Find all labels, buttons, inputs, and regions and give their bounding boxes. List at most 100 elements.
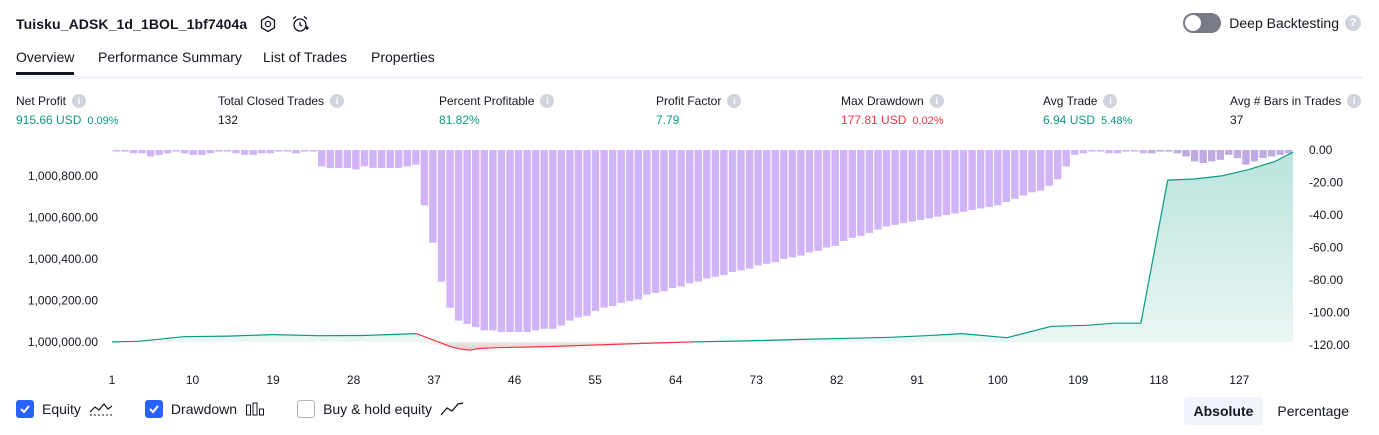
drawdown-bar — [626, 150, 634, 302]
info-icon[interactable]: i — [929, 94, 944, 108]
equity-line-segment — [183, 335, 229, 338]
tab-performance-summary[interactable]: Performance Summary — [98, 49, 242, 65]
info-icon[interactable]: i — [72, 94, 87, 108]
drawdown-bar — [531, 150, 540, 331]
drawdown-bar — [934, 150, 942, 217]
drawdown-bar — [446, 150, 454, 308]
stat-value: 6.94 USD 5.48% — [1043, 113, 1132, 127]
info-icon[interactable]: i — [1103, 94, 1118, 108]
drawdown-bar — [925, 150, 933, 219]
stat-total-closed-trades: Total Closed Trades i 132 — [218, 94, 345, 127]
x-axis-tick: 73 — [750, 373, 764, 387]
x-axis-tick: 127 — [1229, 373, 1249, 387]
x-axis-tick: 82 — [830, 373, 844, 387]
drawdown-bar — [463, 150, 471, 324]
info-icon[interactable]: i — [727, 94, 742, 108]
drawdown-bar — [1096, 150, 1105, 152]
stat-value-text: 81.82% — [439, 113, 480, 127]
drawdown-bar — [566, 150, 574, 321]
drawdown-bar — [1088, 150, 1096, 152]
equity-checkbox[interactable] — [16, 400, 34, 418]
stat-label: Total Closed Trades i — [218, 94, 345, 108]
stat-value: 7.79 — [656, 113, 741, 127]
legend-equity-label: Equity — [42, 401, 81, 417]
tab-overview[interactable]: Overview — [16, 49, 75, 75]
left-axis-tick: 1,000,200.00 — [28, 293, 98, 307]
right-axis-tick: -120.00 — [1309, 338, 1350, 352]
drawdown-bar — [386, 150, 394, 168]
drawdown-bar — [583, 150, 591, 316]
add-alert-icon[interactable] — [289, 13, 311, 35]
stat-label: Avg Trade i — [1043, 94, 1132, 108]
drawdown-bar — [395, 150, 403, 168]
legend-buy-hold-equity[interactable]: Buy & hold equity — [297, 400, 464, 418]
x-axis-tick: 64 — [669, 373, 683, 387]
equity-area — [112, 152, 1293, 351]
legend-drawdown[interactable]: Drawdown — [144, 400, 265, 418]
drawdown-bar — [985, 150, 993, 207]
drawdown-bar — [805, 150, 814, 253]
equity-line-segment — [496, 346, 524, 349]
tab-list-of-trades[interactable]: List of Trades — [263, 49, 347, 65]
stat-percent: 0.09% — [87, 115, 119, 127]
info-icon[interactable]: i — [540, 94, 555, 108]
drawdown-bar — [1208, 150, 1216, 162]
drawdown-bar — [600, 150, 608, 308]
equity-drawdown-chart[interactable]: 1,000,000.00 1,000,200.00 1,000,400.00 1,00… — [0, 140, 1379, 390]
loss-area — [112, 341, 1293, 351]
drawdown-bar — [172, 150, 180, 152]
stat-value: 132 — [218, 113, 344, 127]
drawdown-bar — [1131, 150, 1139, 152]
drawdown-bar — [1250, 150, 1259, 162]
drawdown-bar — [591, 150, 600, 311]
drawdown-bar — [951, 150, 959, 214]
drawdown-bar — [1267, 150, 1276, 157]
drawdown-bar — [377, 150, 386, 168]
drawdown-bar — [121, 150, 129, 152]
header: Tuisku_ADSK_1d_1BOL_1bf7404a — [16, 12, 311, 36]
percentage-button[interactable]: Percentage — [1267, 397, 1359, 425]
drawdown-bar — [745, 150, 754, 269]
help-icon[interactable]: ? — [1345, 15, 1361, 31]
drawdown-bar — [514, 150, 523, 332]
tab-properties[interactable]: Properties — [371, 49, 435, 65]
info-icon[interactable]: i — [1347, 94, 1362, 108]
absolute-button[interactable]: Absolute — [1183, 397, 1264, 425]
drawdown-bar — [232, 150, 240, 154]
stat-avg-trade: Avg Trade i 6.94 USD 5.48% — [1043, 94, 1132, 127]
info-icon[interactable]: i — [330, 94, 345, 108]
drawdown-bar — [1019, 150, 1028, 196]
scale-mode-switch: Absolute Percentage — [1180, 397, 1360, 425]
equity-line-segment — [523, 345, 551, 348]
stat-value-text: 6.94 USD — [1043, 113, 1096, 127]
drawdown-bar — [660, 150, 668, 292]
equity-line-segment — [478, 347, 497, 350]
right-axis-tick: 0.00 — [1309, 143, 1333, 157]
deep-backtesting-toggle[interactable] — [1183, 13, 1222, 33]
legend-equity[interactable]: Equity — [16, 400, 113, 418]
stat-label-text: Profit Factor — [656, 94, 722, 108]
drawdown-bar — [899, 150, 908, 224]
drawdown-bar — [720, 150, 728, 276]
drawdown-bar — [1173, 150, 1182, 154]
stat-value-text: 7.79 — [656, 113, 680, 127]
chart-legend: Equity Drawdown Buy & hold equity — [16, 400, 496, 418]
left-axis-tick: 1,000,800.00 — [28, 169, 98, 183]
buy-hold-checkbox[interactable] — [297, 400, 316, 418]
settings-icon[interactable] — [257, 13, 279, 35]
x-axis-tick: 37 — [427, 373, 441, 387]
drawdown-bar — [968, 150, 976, 211]
drawdown-checkbox[interactable] — [144, 400, 163, 418]
drawdown-bar — [1062, 150, 1070, 167]
drawdown-bar — [617, 150, 625, 303]
drawdown-bar — [283, 150, 292, 152]
drawdown-bar — [1182, 150, 1190, 157]
drawdown-bar — [1225, 150, 1233, 155]
drawdown-bar — [223, 150, 232, 152]
deep-backtesting-label: Deep Backtesting — [1229, 15, 1339, 31]
stat-percent: 5.48% — [1101, 115, 1133, 127]
drawdown-bar — [241, 150, 249, 155]
drawdown-bar — [1028, 150, 1036, 193]
stat-value: 81.82% — [439, 113, 554, 127]
x-axis-tick: 19 — [266, 373, 280, 387]
